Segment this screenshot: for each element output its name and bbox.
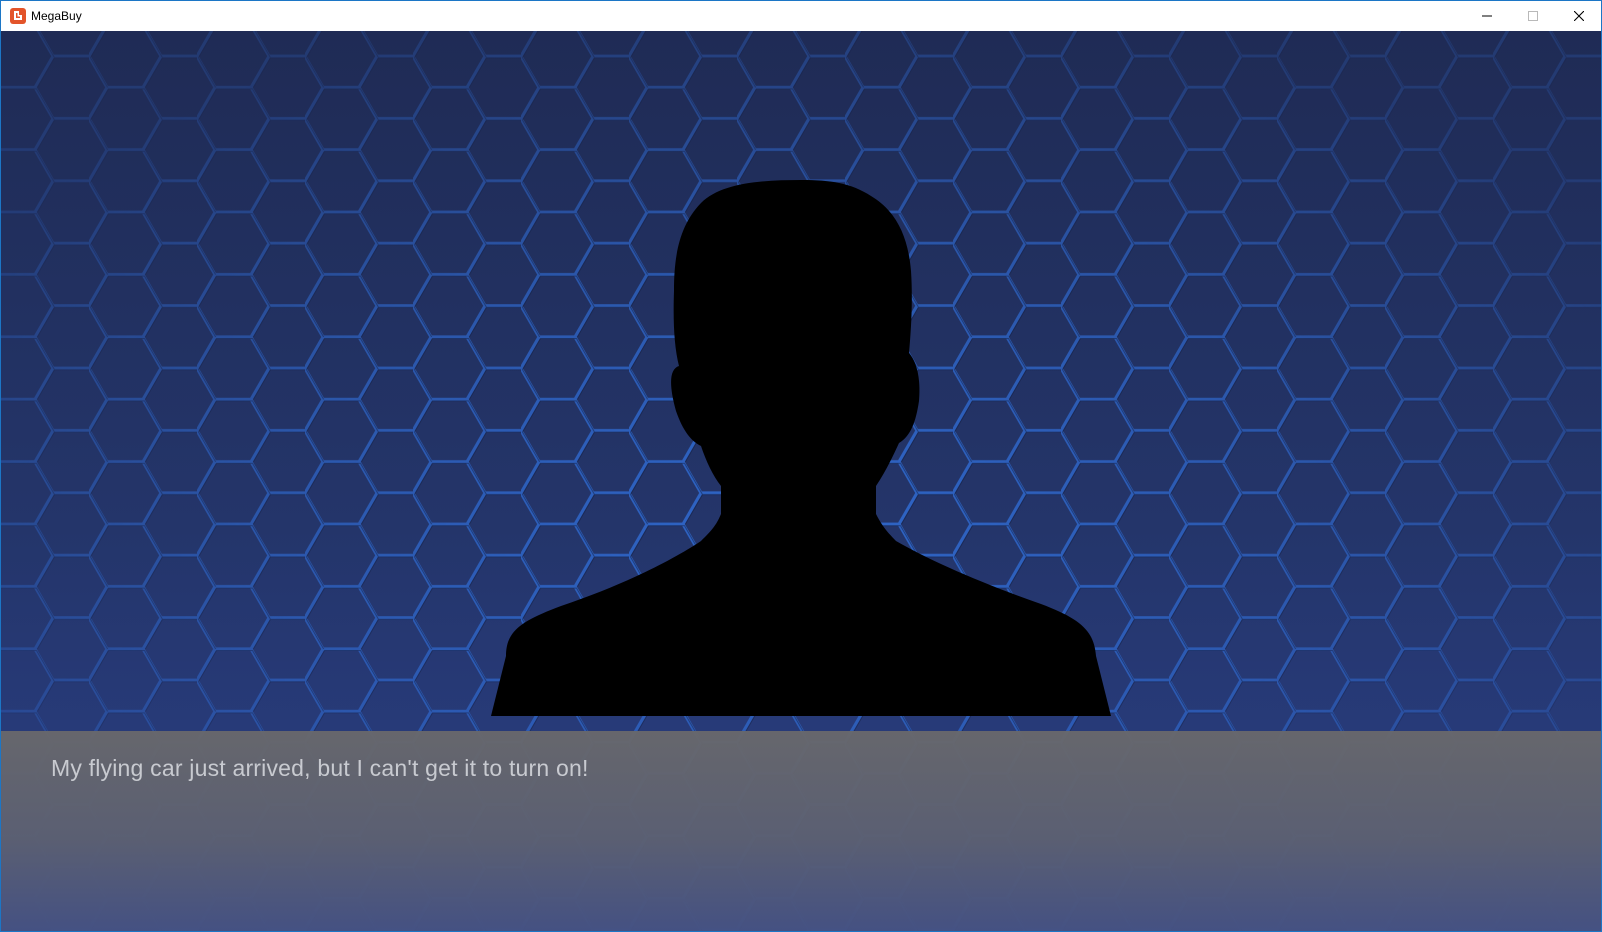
megabuy-logo-icon <box>10 8 26 24</box>
title-bar[interactable]: MegaBuy <box>1 1 1601 31</box>
window-title: MegaBuy <box>31 9 82 23</box>
close-button[interactable] <box>1556 1 1601 31</box>
dialogue-text: My flying car just arrived, but I can't … <box>51 755 589 781</box>
minimize-button[interactable] <box>1464 1 1510 31</box>
close-icon <box>1574 11 1584 21</box>
minimize-icon <box>1482 15 1492 17</box>
app-window: MegaBuy My flying car just arrived, but … <box>0 0 1602 932</box>
game-scene[interactable]: My flying car just arrived, but I can't … <box>1 31 1601 931</box>
maximize-icon <box>1528 11 1538 21</box>
maximize-button[interactable] <box>1510 1 1556 31</box>
dialogue-box[interactable]: My flying car just arrived, but I can't … <box>1 731 1601 931</box>
